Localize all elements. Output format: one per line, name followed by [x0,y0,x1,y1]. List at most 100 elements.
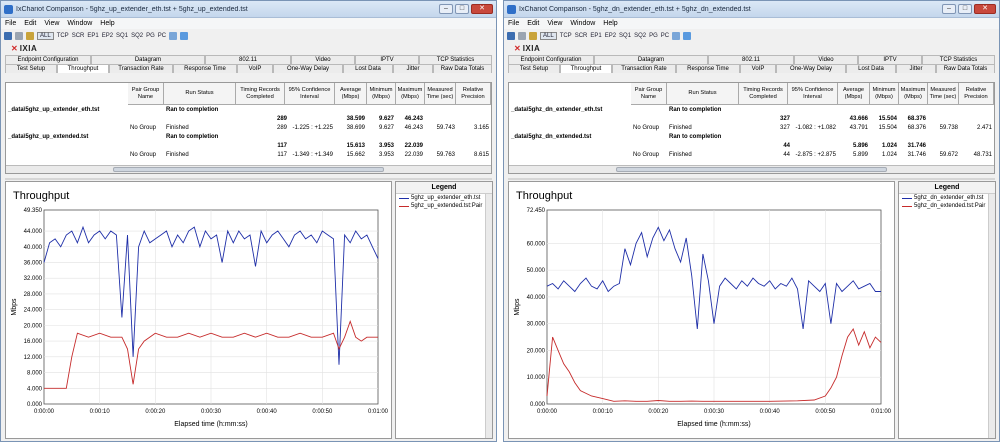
save-icon[interactable] [4,31,12,40]
menu-window[interactable]: Window [67,20,92,27]
horizontal-scrollbar[interactable] [509,165,994,173]
tab-iptv[interactable]: IPTV [355,55,419,64]
refresh-icon[interactable] [683,31,692,40]
legend-item[interactable]: 5ghz_dn_extended.tst:Pair [899,202,995,210]
legend-scrollbar[interactable] [485,194,492,438]
menu-help[interactable]: Help [100,20,114,27]
header-relative-precision[interactable]: Relative Precision [959,83,994,105]
tab-voip[interactable]: VoIP [237,64,273,73]
tab-transaction-rate[interactable]: Transaction Rate [109,64,173,73]
tab-802-11[interactable]: 802.11 [205,55,291,64]
filter-tcp-button[interactable]: TCP [57,33,69,39]
splitter[interactable] [5,178,492,180]
legend-scrollbar[interactable] [988,194,995,438]
menu-view[interactable]: View [44,20,59,27]
header-pair-group[interactable]: Pair Group Name [631,83,667,105]
filter-ep2-button[interactable]: EP2 [605,33,616,39]
filter-ep2-button[interactable]: EP2 [102,33,113,39]
sort-icon[interactable] [169,31,178,40]
row-file[interactable]: _data\5ghz_up_extender_eth.tst [8,107,99,113]
filter-scr-button[interactable]: SCR [72,33,85,39]
header-minimum[interactable]: Minimum (Mbps) [870,83,899,105]
filter-pc-button[interactable]: PC [158,33,166,39]
filter-ep1-button[interactable]: EP1 [590,33,601,39]
tab-tcp-statistics[interactable]: TCP Statistics [922,55,995,64]
filter-pc-button[interactable]: PC [661,33,669,39]
tab-throughput[interactable]: Throughput [560,64,612,73]
tab-transaction-rate[interactable]: Transaction Rate [612,64,676,73]
tab-test-setup[interactable]: Test Setup [508,64,560,73]
tab-throughput[interactable]: Throughput [57,64,109,73]
menu-edit[interactable]: Edit [24,20,36,27]
filter-ep1-button[interactable]: EP1 [87,33,98,39]
filter-tcp-button[interactable]: TCP [560,33,572,39]
tab-one-way-delay[interactable]: One-Way Delay [776,64,846,73]
row-file[interactable]: _data\5ghz_up_extended.tst [8,134,88,140]
row-file[interactable]: _data\5ghz_dn_extended.tst [511,134,591,140]
legend-item[interactable]: 5ghz_dn_extender_eth.tst [899,194,995,202]
sort-icon[interactable] [672,31,681,40]
filter-sq2-button[interactable]: SQ2 [634,33,646,39]
menu-file[interactable]: File [508,20,519,27]
close-button[interactable]: ✕ [974,4,996,14]
tab-datagram[interactable]: Datagram [91,55,205,64]
filter-sq1-button[interactable]: SQ1 [116,33,128,39]
filter-scr-button[interactable]: SCR [575,33,588,39]
header-confidence[interactable]: 95% Confidence Interval [285,83,335,105]
scrollbar-thumb[interactable] [615,167,888,172]
tab-datagram[interactable]: Datagram [594,55,708,64]
filter-sq1-button[interactable]: SQ1 [619,33,631,39]
menu-window[interactable]: Window [570,20,595,27]
close-button[interactable]: ✕ [471,4,493,14]
tab-endpoint-configuration[interactable]: Endpoint Configuration [508,55,594,64]
header-timing-records[interactable]: Timing Records Completed [739,83,788,105]
tab-one-way-delay[interactable]: One-Way Delay [273,64,343,73]
tab-jitter[interactable]: Jitter [393,64,433,73]
export-icon[interactable] [529,31,537,40]
splitter[interactable] [508,178,995,180]
header-confidence[interactable]: 95% Confidence Interval [788,83,838,105]
tab-raw-data-totals[interactable]: Raw Data Totals [433,64,492,73]
row-file[interactable]: _data\5ghz_dn_extender_eth.tst [511,107,602,113]
tab-lost-data[interactable]: Lost Data [343,64,393,73]
filter-all-button[interactable]: ALL [37,31,54,40]
refresh-icon[interactable] [180,31,189,40]
menu-view[interactable]: View [547,20,562,27]
header-maximum[interactable]: Maximum (Mbps) [396,83,425,105]
menu-file[interactable]: File [5,20,16,27]
filter-sq2-button[interactable]: SQ2 [131,33,143,39]
header-pair-group[interactable]: Pair Group Name [128,83,164,105]
tab-lost-data[interactable]: Lost Data [846,64,896,73]
tab-test-setup[interactable]: Test Setup [5,64,57,73]
tab-iptv[interactable]: IPTV [858,55,922,64]
title-bar[interactable]: IxChariot Comparison - 5ghz_dn_extender_… [504,1,999,18]
tab-response-time[interactable]: Response Time [173,64,237,73]
export-icon[interactable] [26,31,34,40]
legend-item[interactable]: 5ghz_up_extender_eth.tst [396,194,492,202]
maximize-button[interactable]: □ [958,4,972,14]
header-average[interactable]: Average (Mbps) [335,83,367,105]
header-average[interactable]: Average (Mbps) [838,83,870,105]
minimize-button[interactable]: – [942,4,956,14]
tab-802-11[interactable]: 802.11 [708,55,794,64]
header-maximum[interactable]: Maximum (Mbps) [899,83,928,105]
tab-video[interactable]: Video [794,55,858,64]
header-relative-precision[interactable]: Relative Precision [456,83,491,105]
tab-video[interactable]: Video [291,55,355,64]
scrollbar-thumb[interactable] [112,167,385,172]
tab-tcp-statistics[interactable]: TCP Statistics [419,55,492,64]
print-icon[interactable] [518,31,526,40]
title-bar[interactable]: IxChariot Comparison - 5ghz_up_extender_… [1,1,496,18]
legend-item[interactable]: 5ghz_up_extended.tst:Pair [396,202,492,210]
header-timing-records[interactable]: Timing Records Completed [236,83,285,105]
tab-jitter[interactable]: Jitter [896,64,936,73]
filter-pg-button[interactable]: PG [146,33,155,39]
menu-edit[interactable]: Edit [527,20,539,27]
horizontal-scrollbar[interactable] [6,165,491,173]
minimize-button[interactable]: – [439,4,453,14]
tab-raw-data-totals[interactable]: Raw Data Totals [936,64,995,73]
header-run-status[interactable]: Run Status [164,83,236,105]
tab-voip[interactable]: VoIP [740,64,776,73]
tab-response-time[interactable]: Response Time [676,64,740,73]
print-icon[interactable] [15,31,23,40]
